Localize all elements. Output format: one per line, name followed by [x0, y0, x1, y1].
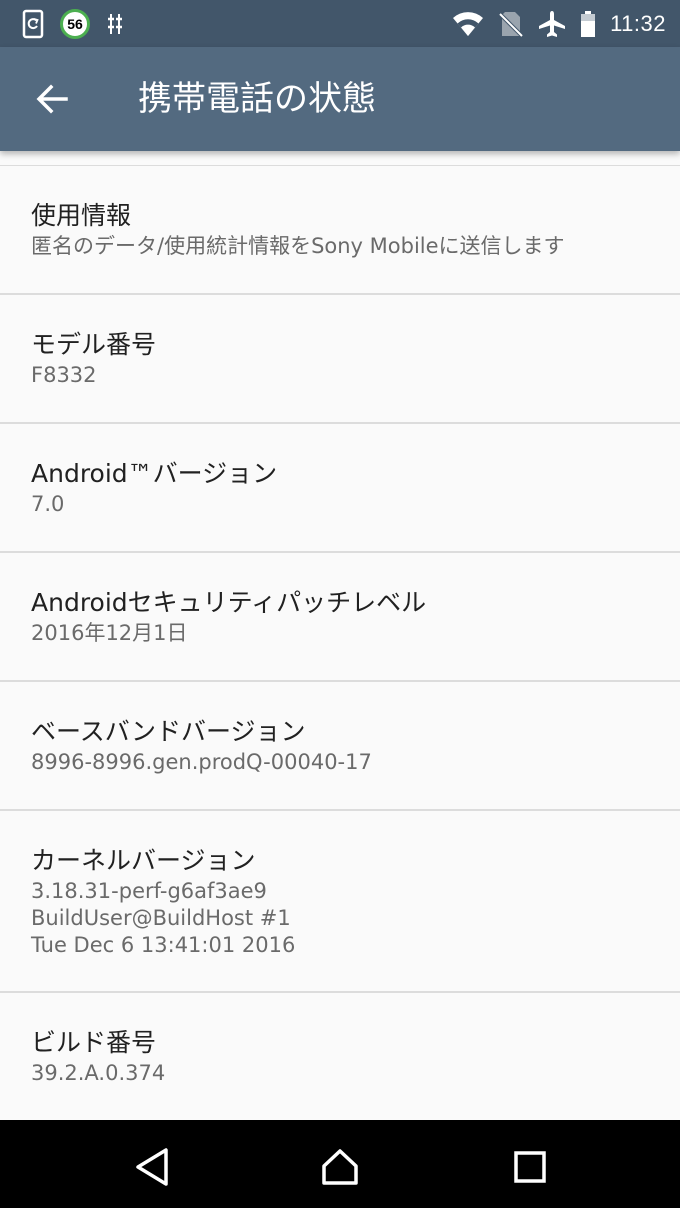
list-item-title: 使用情報 [31, 201, 132, 230]
list-item-title: モデル番号 [31, 330, 157, 359]
list-item-summary: 3.18.31-perf-g6af3ae9 BuildUser@BuildHos… [31, 879, 296, 957]
sync-notification-icon [22, 9, 44, 39]
screen: 56 11:32 携帯電話の状態 使用情報 匿名のデータ/使用統計情報をSony… [0, 0, 680, 1208]
list-item-kernel-version[interactable]: カーネルバージョン 3.18.31-perf-g6af3ae9 BuildUse… [0, 811, 680, 993]
list-item-build-number[interactable]: ビルド番号 39.2.A.0.374 [0, 993, 680, 1122]
wifi-icon [452, 11, 484, 37]
nav-recents-button[interactable] [495, 1142, 565, 1192]
list-item-security-patch-level[interactable]: Androidセキュリティパッチレベル 2016年12月1日 [0, 553, 680, 682]
battery-icon [580, 10, 596, 38]
page-title: 携帯電話の状態 [138, 79, 376, 119]
app-toolbar: 携帯電話の状態 [0, 47, 680, 151]
list-item-title: ビルド番号 [31, 1028, 157, 1057]
list-item-summary: F8332 [31, 363, 97, 387]
back-button[interactable] [20, 73, 84, 125]
nav-home-button[interactable] [305, 1142, 375, 1192]
list-item-title: Android™バージョン [31, 459, 278, 488]
navigation-bar [0, 1120, 680, 1208]
list-item-title: カーネルバージョン [31, 846, 256, 875]
settings-list: 使用情報 匿名のデータ/使用統計情報をSony Mobileに送信します モデル… [0, 165, 680, 1122]
list-item-baseband-version[interactable]: ベースバンドバージョン 8996-8996.gen.prodQ-00040-17 [0, 682, 680, 811]
nav-back-button[interactable] [117, 1142, 187, 1192]
list-item-model-number[interactable]: モデル番号 F8332 [0, 295, 680, 424]
status-bar-right: 11:32 [452, 0, 666, 47]
list-item-title: ベースバンドバージョン [31, 717, 306, 746]
list-item-summary: 2016年12月1日 [31, 621, 188, 645]
usb-debugging-icon [106, 12, 124, 36]
status-bar-left: 56 [22, 8, 124, 40]
list-item-summary: 7.0 [31, 492, 65, 516]
notification-count-badge: 56 [60, 9, 90, 39]
list-item-summary: 8996-8996.gen.prodQ-00040-17 [31, 750, 372, 774]
list-item-summary: 39.2.A.0.374 [31, 1061, 166, 1085]
no-sim-icon [498, 10, 524, 38]
arrow-back-icon [36, 84, 68, 114]
list-item-title: Androidセキュリティパッチレベル [31, 588, 427, 617]
list-item-summary: 匿名のデータ/使用統計情報をSony Mobileに送信します [31, 234, 565, 258]
clock-time: 11:32 [610, 10, 666, 36]
square-recents-icon [514, 1151, 546, 1183]
list-item-android-version[interactable]: Android™バージョン 7.0 [0, 424, 680, 553]
home-icon [322, 1149, 358, 1185]
airplane-mode-icon [538, 10, 566, 38]
status-bar: 56 11:32 [0, 0, 680, 47]
triangle-back-icon [136, 1148, 168, 1186]
list-item-usage-info[interactable]: 使用情報 匿名のデータ/使用統計情報をSony Mobileに送信します [0, 166, 680, 295]
